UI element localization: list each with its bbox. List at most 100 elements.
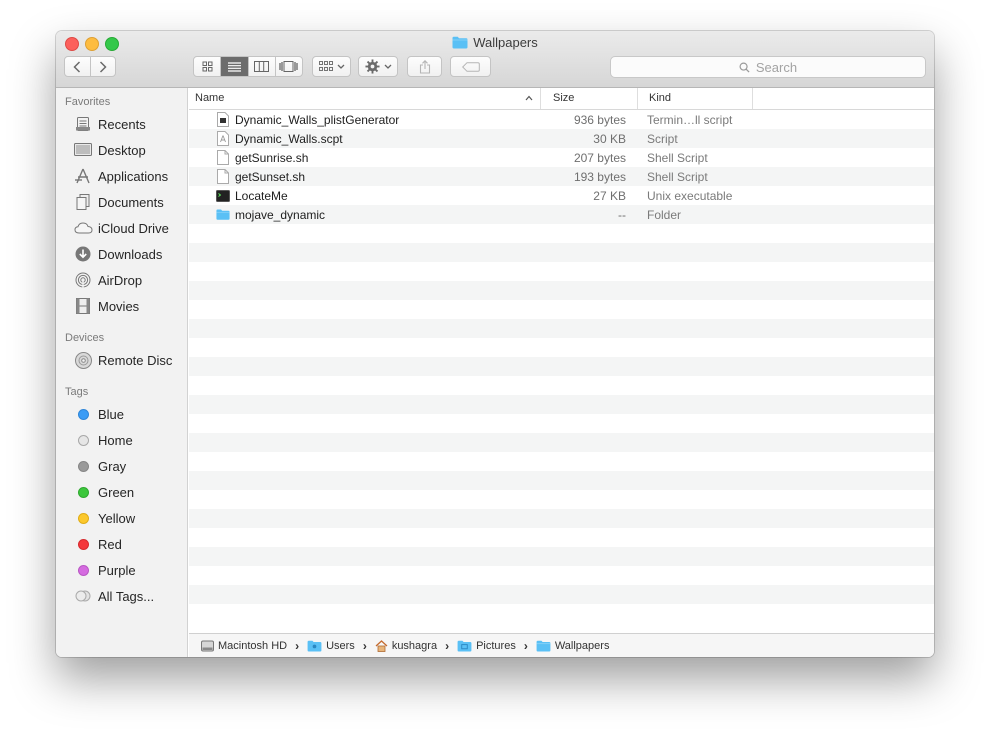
sidebar-item-recents[interactable]: Recents [56, 113, 187, 135]
sidebar-item-label: Blue [98, 406, 125, 422]
table-row[interactable]: getSunset.sh 193 bytes Shell Script [189, 167, 934, 186]
view-mode-control [193, 56, 303, 77]
desktop-icon [72, 143, 94, 157]
sidebar-item-desktop[interactable]: Desktop [56, 139, 187, 161]
sidebar-tag-gray[interactable]: Gray [56, 455, 187, 477]
column-header-name[interactable]: Name [195, 92, 224, 104]
column-header-size[interactable]: Size [553, 92, 574, 104]
table-row[interactable]: LocateMe 27 KB Unix executable [189, 186, 934, 205]
tag-button[interactable] [450, 56, 491, 77]
sidebar-item-label: Gray [98, 458, 127, 474]
tag-icon [461, 61, 480, 72]
sidebar-all-tags[interactable]: All Tags... [56, 585, 187, 607]
file-kind: Shell Script [647, 170, 708, 184]
terminal-script-icon [216, 112, 230, 127]
recents-icon [72, 116, 94, 132]
empty-row [189, 604, 934, 623]
forward-button[interactable] [91, 57, 116, 76]
empty-row [189, 243, 934, 262]
empty-row [189, 414, 934, 433]
path-crumb-label: kushagra [391, 639, 438, 652]
movies-icon [72, 298, 94, 314]
action-button[interactable] [358, 56, 398, 77]
airdrop-icon [72, 272, 94, 288]
sidebar-tag-green[interactable]: Green [56, 481, 187, 503]
sidebar: Favorites Recents Desktop Applications D… [56, 88, 188, 657]
path-crumb-users[interactable]: Users [307, 640, 355, 652]
table-row[interactable]: Dynamic_Walls.scpt 30 KB Script [189, 129, 934, 148]
file-rows: Dynamic_Walls_plistGenerator 936 bytes T… [189, 110, 934, 623]
group-button[interactable] [312, 56, 351, 77]
tags-heading: Tags [65, 386, 89, 398]
path-separator: › [295, 638, 300, 653]
sidebar-tag-blue[interactable]: Blue [56, 403, 187, 425]
file-name: getSunset.sh [235, 170, 306, 184]
back-button[interactable] [65, 57, 91, 76]
folder-icon [452, 36, 468, 52]
sidebar-item-documents[interactable]: Documents [56, 191, 187, 213]
sidebar-item-remote-disc[interactable]: Remote Disc [56, 349, 187, 371]
sidebar-item-downloads[interactable]: Downloads [56, 243, 187, 265]
tag-color-dot [77, 460, 89, 472]
sidebar-item-movies[interactable]: Movies [56, 295, 187, 317]
path-crumb-kushagra[interactable]: kushagra [375, 640, 437, 652]
gallery-view-button[interactable] [276, 57, 302, 76]
sidebar-tag-purple[interactable]: Purple [56, 559, 187, 581]
empty-row [189, 281, 934, 300]
sidebar-item-label: Red [98, 536, 122, 552]
sidebar-item-airdrop[interactable]: AirDrop [56, 269, 187, 291]
sidebar-tag-yellow[interactable]: Yellow [56, 507, 187, 529]
sidebar-item-label: iCloud Drive [98, 220, 169, 236]
sidebar-item-icloud-drive[interactable]: iCloud Drive [56, 217, 187, 239]
chevron-right-icon [99, 60, 107, 73]
list-view-button[interactable] [221, 57, 249, 76]
path-crumb-macintosh-hd[interactable]: Macintosh HD [201, 640, 287, 652]
nav-buttons [64, 56, 116, 77]
sidebar-tag-red[interactable]: Red [56, 533, 187, 555]
empty-row [189, 566, 934, 585]
empty-row [189, 490, 934, 509]
path-crumb-label: Users [326, 639, 355, 652]
empty-row [189, 471, 934, 490]
path-crumb-pictures[interactable]: Pictures [457, 640, 516, 652]
file-size: -- [618, 208, 626, 222]
table-row[interactable]: Dynamic_Walls_plistGenerator 936 bytes T… [189, 110, 934, 129]
path-separator: › [523, 638, 528, 653]
icon-view-button[interactable] [194, 57, 222, 76]
file-kind: Termin…ll script [647, 113, 733, 127]
path-bar: Macintosh HD › Users › kushagra › Pictur… [189, 633, 934, 657]
file-kind: Script [647, 132, 678, 146]
file-size: 30 KB [593, 132, 626, 146]
sidebar-item-label: Recents [98, 116, 146, 132]
document-icon [216, 150, 230, 165]
gear-icon [364, 59, 380, 74]
path-crumb-label: Macintosh HD [218, 639, 288, 652]
file-kind: Shell Script [647, 151, 708, 165]
sidebar-item-label: Green [98, 484, 135, 500]
empty-row [189, 433, 934, 452]
table-row[interactable]: mojave_dynamic -- Folder [189, 205, 934, 224]
file-name: Dynamic_Walls_plistGenerator [235, 113, 400, 127]
list-view-icon [227, 61, 241, 72]
share-button[interactable] [407, 56, 442, 77]
documents-icon [72, 194, 94, 210]
empty-row [189, 395, 934, 414]
icloud-icon [72, 222, 94, 234]
chevron-left-icon [73, 60, 81, 73]
sidebar-item-applications[interactable]: Applications [56, 165, 187, 187]
empty-row [189, 585, 934, 604]
path-crumb-wallpapers[interactable]: Wallpapers [536, 639, 610, 652]
file-size: 936 bytes [573, 113, 626, 127]
sidebar-item-label: Desktop [98, 142, 146, 158]
column-header-kind[interactable]: Kind [649, 92, 671, 104]
sidebar-tag-home[interactable]: Home [56, 429, 187, 451]
column-view-icon [254, 61, 270, 72]
column-view-button[interactable] [249, 57, 276, 76]
path-crumb-label: Wallpapers [554, 639, 610, 652]
folder-icon [457, 640, 472, 652]
tag-color-dot [77, 564, 89, 576]
empty-row [189, 224, 934, 243]
table-row[interactable]: getSunrise.sh 207 bytes Shell Script [189, 148, 934, 167]
sidebar-item-label: All Tags... [98, 588, 155, 604]
search-field[interactable]: Search [610, 56, 926, 78]
